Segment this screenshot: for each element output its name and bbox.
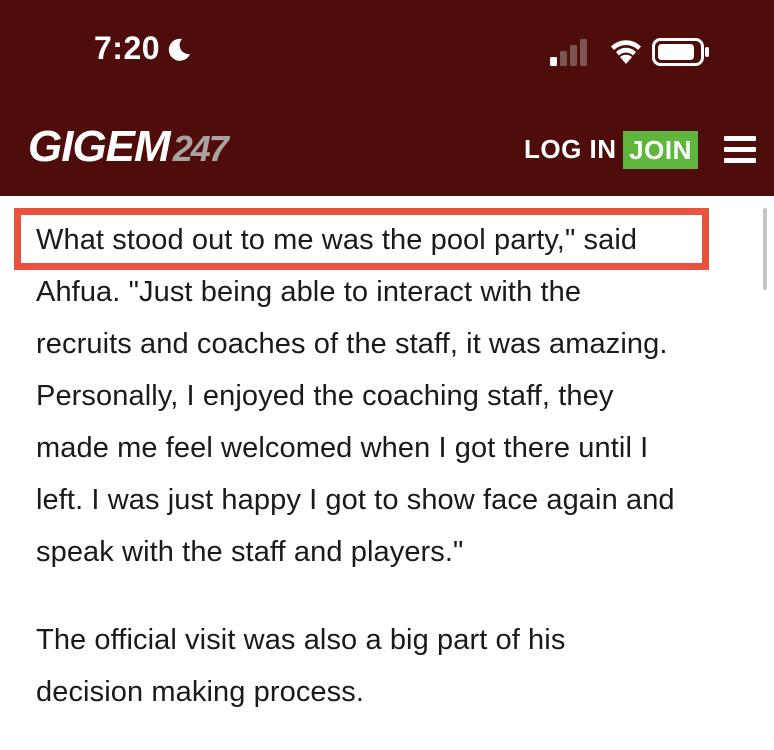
paragraph-line: made me feel welcomed when I got there u…	[36, 432, 649, 464]
paragraph-line: decision making process.	[36, 676, 364, 708]
scrollbar[interactable]	[763, 208, 767, 290]
signal-bars-icon	[550, 39, 587, 66]
status-time: 7:20	[94, 30, 192, 67]
moon-icon	[168, 38, 191, 61]
paragraph-line: recruits and coaches of the staff, it wa…	[36, 328, 668, 360]
site-header: 7:20 GIGEM 247 LOG IN JOIN	[0, 0, 774, 196]
logo-number-text: 247	[172, 128, 229, 169]
status-indicators	[548, 36, 718, 70]
paragraph-line: speak with the staff and players."	[36, 536, 464, 568]
paragraph-line: What stood out to me was the pool party,…	[36, 224, 638, 256]
battery-icon	[652, 38, 709, 66]
paragraph-line: left. I was just happy I got to show fac…	[36, 484, 675, 516]
hamburger-menu-icon[interactable]	[724, 136, 756, 164]
article-body: What stood out to me was the pool party,…	[0, 196, 774, 750]
join-button[interactable]: JOIN	[623, 131, 698, 169]
paragraph-line: Personally, I enjoyed the coaching staff…	[36, 380, 614, 412]
paragraph-line: The official visit was also a big part o…	[36, 624, 566, 656]
logo-main-text: GIGEM	[28, 122, 171, 171]
time-text: 7:20	[94, 30, 161, 66]
wifi-icon	[611, 40, 641, 64]
paragraph-line: Ahfua. "Just being able to interact with…	[36, 276, 582, 308]
site-logo[interactable]: GIGEM 247	[28, 122, 229, 172]
login-link[interactable]: LOG IN	[524, 134, 617, 165]
